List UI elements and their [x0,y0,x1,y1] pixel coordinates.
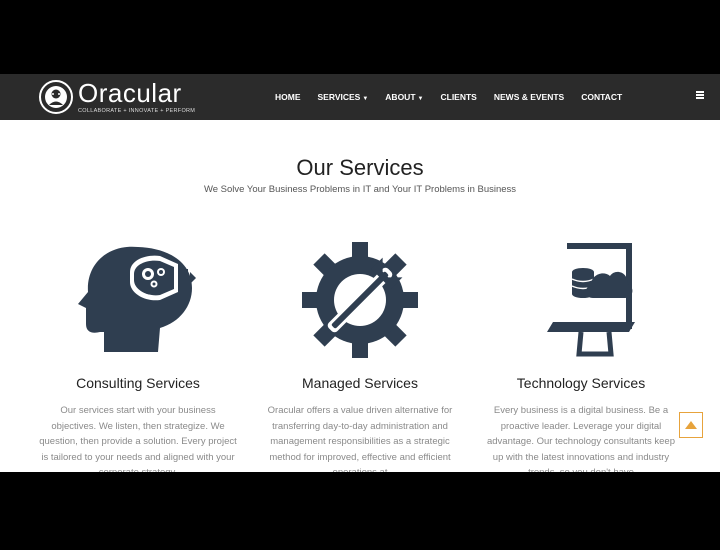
service-description: Oracular offers a value driven alternati… [267,405,453,472]
gear-wrench-icon [302,242,418,358]
page-title: Our Services [296,154,424,180]
scroll-to-top-button[interactable] [679,412,703,438]
nav-clients[interactable]: CLIENTS [440,92,476,102]
website-frame: Oracular COLLABORATE + INNOVATE + PERFOR… [0,74,720,472]
nav-services[interactable]: SERVICES ▼ [318,92,369,102]
page-subtitle: We Solve Your Business Problems in IT an… [203,184,517,195]
caret-down-icon: ▼ [362,96,369,102]
caret-up-icon [685,421,697,429]
service-card-consulting: Consulting Services Our services start w… [38,242,238,472]
nav-about[interactable]: ABOUT ▼ [385,92,423,102]
oracular-mark-icon [39,80,73,114]
monitor-cloud-database-icon [547,243,635,357]
service-title: Consulting Services [76,375,200,391]
service-description: Our services start with your business ob… [39,405,237,472]
brand-logo[interactable]: Oracular COLLABORATE + INNOVATE + PERFOR… [39,80,195,114]
brand-tagline: COLLABORATE + INNOVATE + PERFORM [78,108,196,114]
top-navbar: Oracular COLLABORATE + INNOVATE + PERFOR… [0,74,720,120]
service-card-technology: Technology Services Every business is a … [481,242,681,472]
nav-news-events[interactable]: NEWS & EVENTS [494,92,564,102]
service-card-managed: Managed Services Oracular offers a value… [260,242,460,472]
nav-home[interactable]: HOME [275,92,301,102]
head-lightbulb-icon [78,246,196,352]
hamburger-icon[interactable] [696,91,704,99]
main-nav: HOME SERVICES ▼ ABOUT ▼ CLIENTS NEWS & EVE… [275,74,639,120]
service-title: Managed Services [302,375,418,391]
brand-name: Oracular [78,78,182,108]
nav-contact[interactable]: CONTACT [581,92,622,102]
caret-down-icon: ▼ [417,96,424,102]
service-title: Technology Services [516,375,646,391]
service-description: Every business is a digital business. Be… [486,405,675,472]
